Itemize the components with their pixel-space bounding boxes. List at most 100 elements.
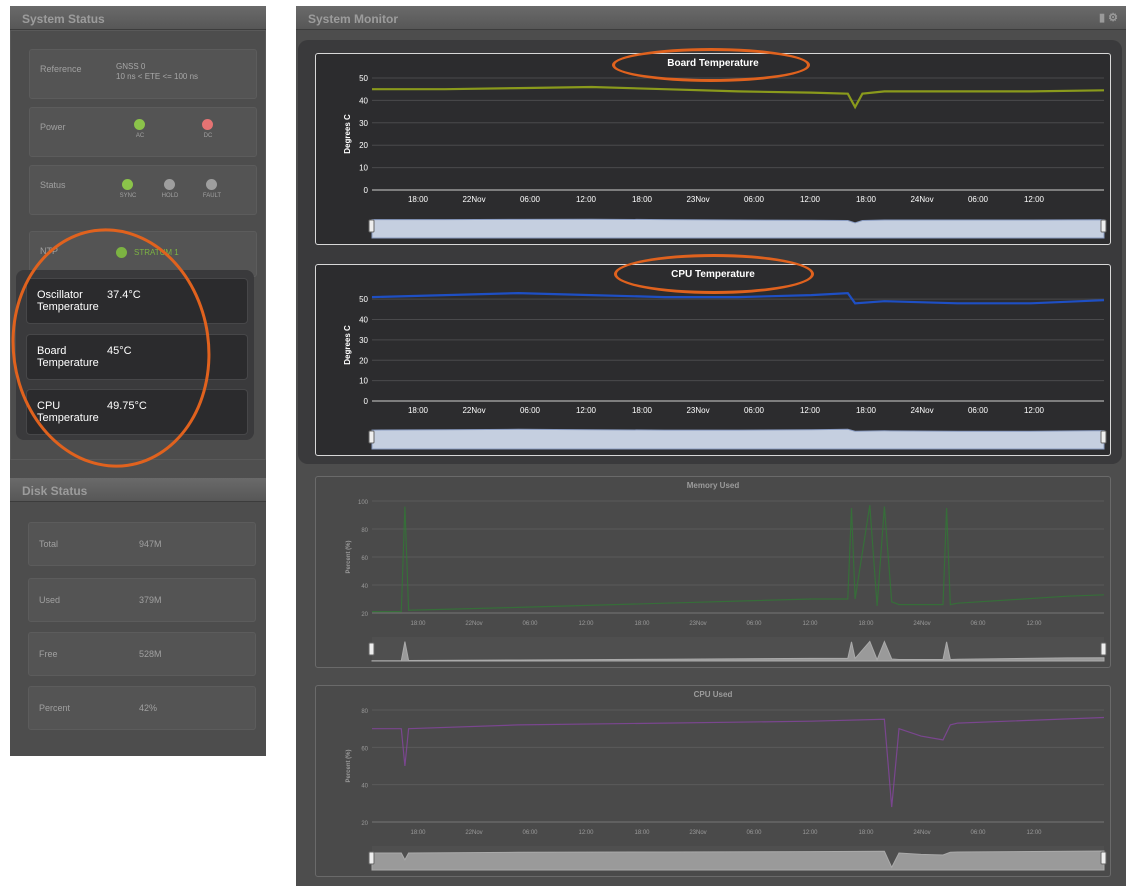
y-tick-label: 20 — [361, 612, 368, 618]
x-tick-label: 06:00 — [970, 621, 986, 627]
y-tick-label: 20 — [359, 141, 368, 150]
x-tick-label: 12:00 — [1026, 830, 1042, 836]
y-tick-label: 10 — [359, 164, 368, 173]
pin-icon[interactable]: ▮ — [1099, 12, 1105, 24]
y-tick-label: 20 — [361, 821, 368, 827]
x-tick-label: 06:00 — [744, 406, 765, 415]
y-tick-label: 30 — [359, 119, 368, 128]
x-tick-label: 18:00 — [408, 406, 429, 415]
x-tick-label: 06:00 — [520, 195, 541, 204]
x-tick-label: 18:00 — [632, 195, 653, 204]
reference-value-line1: GNSS 0 — [116, 62, 146, 71]
navigator-area — [371, 850, 1105, 871]
power-row: Power AC DC — [29, 107, 257, 157]
x-tick-label: 12:00 — [1024, 195, 1045, 204]
x-tick-label: 18:00 — [408, 195, 429, 204]
status-row: Status SYNC HOLD FAULT — [29, 165, 257, 215]
system-status-header: System Status — [10, 6, 266, 30]
dc-led-label: DC — [203, 133, 213, 139]
fault-led-label: FAULT — [202, 193, 222, 199]
gear-icon[interactable]: ⚙ — [1108, 12, 1118, 24]
sync-led-icon — [122, 179, 133, 190]
disk-used-value: 379M — [139, 595, 162, 605]
series-line — [372, 716, 1105, 808]
y-axis-label: Degrees C — [343, 114, 352, 154]
x-tick-label: 18:00 — [634, 621, 650, 627]
disk-percent-value: 42% — [139, 703, 158, 713]
system-monitor-title: System Monitor — [308, 12, 399, 26]
x-tick-label: 12:00 — [800, 195, 821, 204]
y-tick-label: 60 — [361, 556, 368, 562]
y-tick-label: 50 — [359, 295, 368, 304]
navigator-area — [371, 428, 1105, 450]
disk-total-label: Total — [39, 539, 59, 549]
x-tick-label: 24Nov — [910, 406, 933, 415]
reference-row: Reference GNSS 0 10 ns < ETE <= 100 ns — [29, 49, 257, 99]
reference-value-line2: 10 ns < ETE <= 100 ns — [116, 72, 199, 81]
disk-free-value: 528M — [139, 649, 162, 659]
y-axis-label: Degrees C — [343, 325, 352, 365]
x-tick-label: 12:00 — [802, 830, 818, 836]
sync-led-label: SYNC — [119, 193, 137, 199]
x-tick-label: 06:00 — [522, 621, 538, 627]
x-tick-label: 23Nov — [686, 406, 709, 415]
dc-led-icon — [202, 119, 213, 130]
x-tick-label: 12:00 — [576, 195, 597, 204]
reference-value: GNSS 0 10 ns < ETE <= 100 ns — [116, 62, 198, 82]
y-tick-label: 0 — [364, 186, 369, 195]
x-tick-label: 12:00 — [1024, 406, 1045, 415]
status-label: Status — [40, 180, 66, 190]
x-tick-label: 12:00 — [578, 621, 594, 627]
x-tick-label: 23Nov — [689, 830, 706, 836]
navigator-handle-right-icon — [1100, 642, 1107, 656]
navigator-handle-left-icon — [368, 642, 375, 656]
hold-led-label: HOLD — [161, 193, 179, 199]
ac-led-label: AC — [135, 133, 145, 139]
disk-used-label: Used — [39, 595, 61, 605]
x-tick-label: 06:00 — [522, 830, 538, 836]
navigator-area — [371, 218, 1105, 239]
cpu-used-chart[interactable]: CPU Used 20 40 60 80 Percent (%) 18:00 22Nov 06:… — [315, 685, 1111, 877]
x-tick-label: 12:00 — [802, 621, 818, 627]
y-tick-label: 40 — [361, 584, 368, 590]
x-tick-label: 24Nov — [913, 621, 930, 627]
x-tick-label: 12:00 — [576, 406, 597, 415]
x-tick-label: 06:00 — [746, 830, 762, 836]
y-tick-label: 60 — [361, 746, 368, 752]
chart-svg: 0 10 20 30 40 50 Degrees C 18:00 22Nov 06:00 12:00… — [343, 74, 1107, 239]
x-tick-label: 18:00 — [634, 830, 650, 836]
x-tick-label: 18:00 — [632, 406, 653, 415]
x-tick-label: 06:00 — [968, 195, 989, 204]
disk-row-percent: Percent 42% — [28, 686, 256, 730]
x-tick-label: 18:00 — [858, 830, 874, 836]
disk-status-header: Disk Status — [10, 478, 266, 502]
chart-svg: 20 40 60 80 Percent (%) 18:00 22Nov 06:00 12:00 1… — [346, 709, 1107, 871]
x-tick-label: 06:00 — [744, 195, 765, 204]
y-tick-label: 40 — [359, 96, 368, 105]
hold-led-icon — [164, 179, 175, 190]
navigator-handle-right-icon — [1100, 219, 1107, 233]
y-tick-label: 50 — [359, 74, 368, 83]
power-label: Power — [40, 122, 66, 132]
ac-led-icon — [134, 119, 145, 130]
series-line — [372, 85, 1105, 110]
y-axis-label: Percent (%) — [346, 749, 352, 782]
y-tick-label: 40 — [359, 316, 368, 325]
annotation-ring-cpu-title — [614, 254, 814, 294]
y-tick-label: 80 — [361, 528, 368, 534]
navigator-handle-right-icon — [1100, 430, 1107, 444]
x-tick-label: 24Nov — [913, 830, 930, 836]
memory-used-chart[interactable]: Memory Used 20 40 60 80 100 Percent (%) 18:00 22… — [315, 476, 1111, 668]
disk-status-body: Total 947M Used 379M Free 528M Percent 4… — [10, 502, 266, 756]
x-tick-label: 22Nov — [462, 406, 485, 415]
x-tick-label: 18:00 — [410, 830, 426, 836]
header-icons: ▮ ⚙ — [1099, 11, 1118, 24]
annotation-ring-board-title — [612, 48, 810, 82]
navigator-handle-left-icon — [368, 430, 375, 444]
y-tick-label: 30 — [359, 336, 368, 345]
x-tick-label: 18:00 — [858, 621, 874, 627]
x-tick-label: 18:00 — [410, 621, 426, 627]
series-line — [372, 505, 1105, 613]
disk-total-value: 947M — [139, 539, 162, 549]
y-tick-label: 0 — [364, 397, 369, 406]
